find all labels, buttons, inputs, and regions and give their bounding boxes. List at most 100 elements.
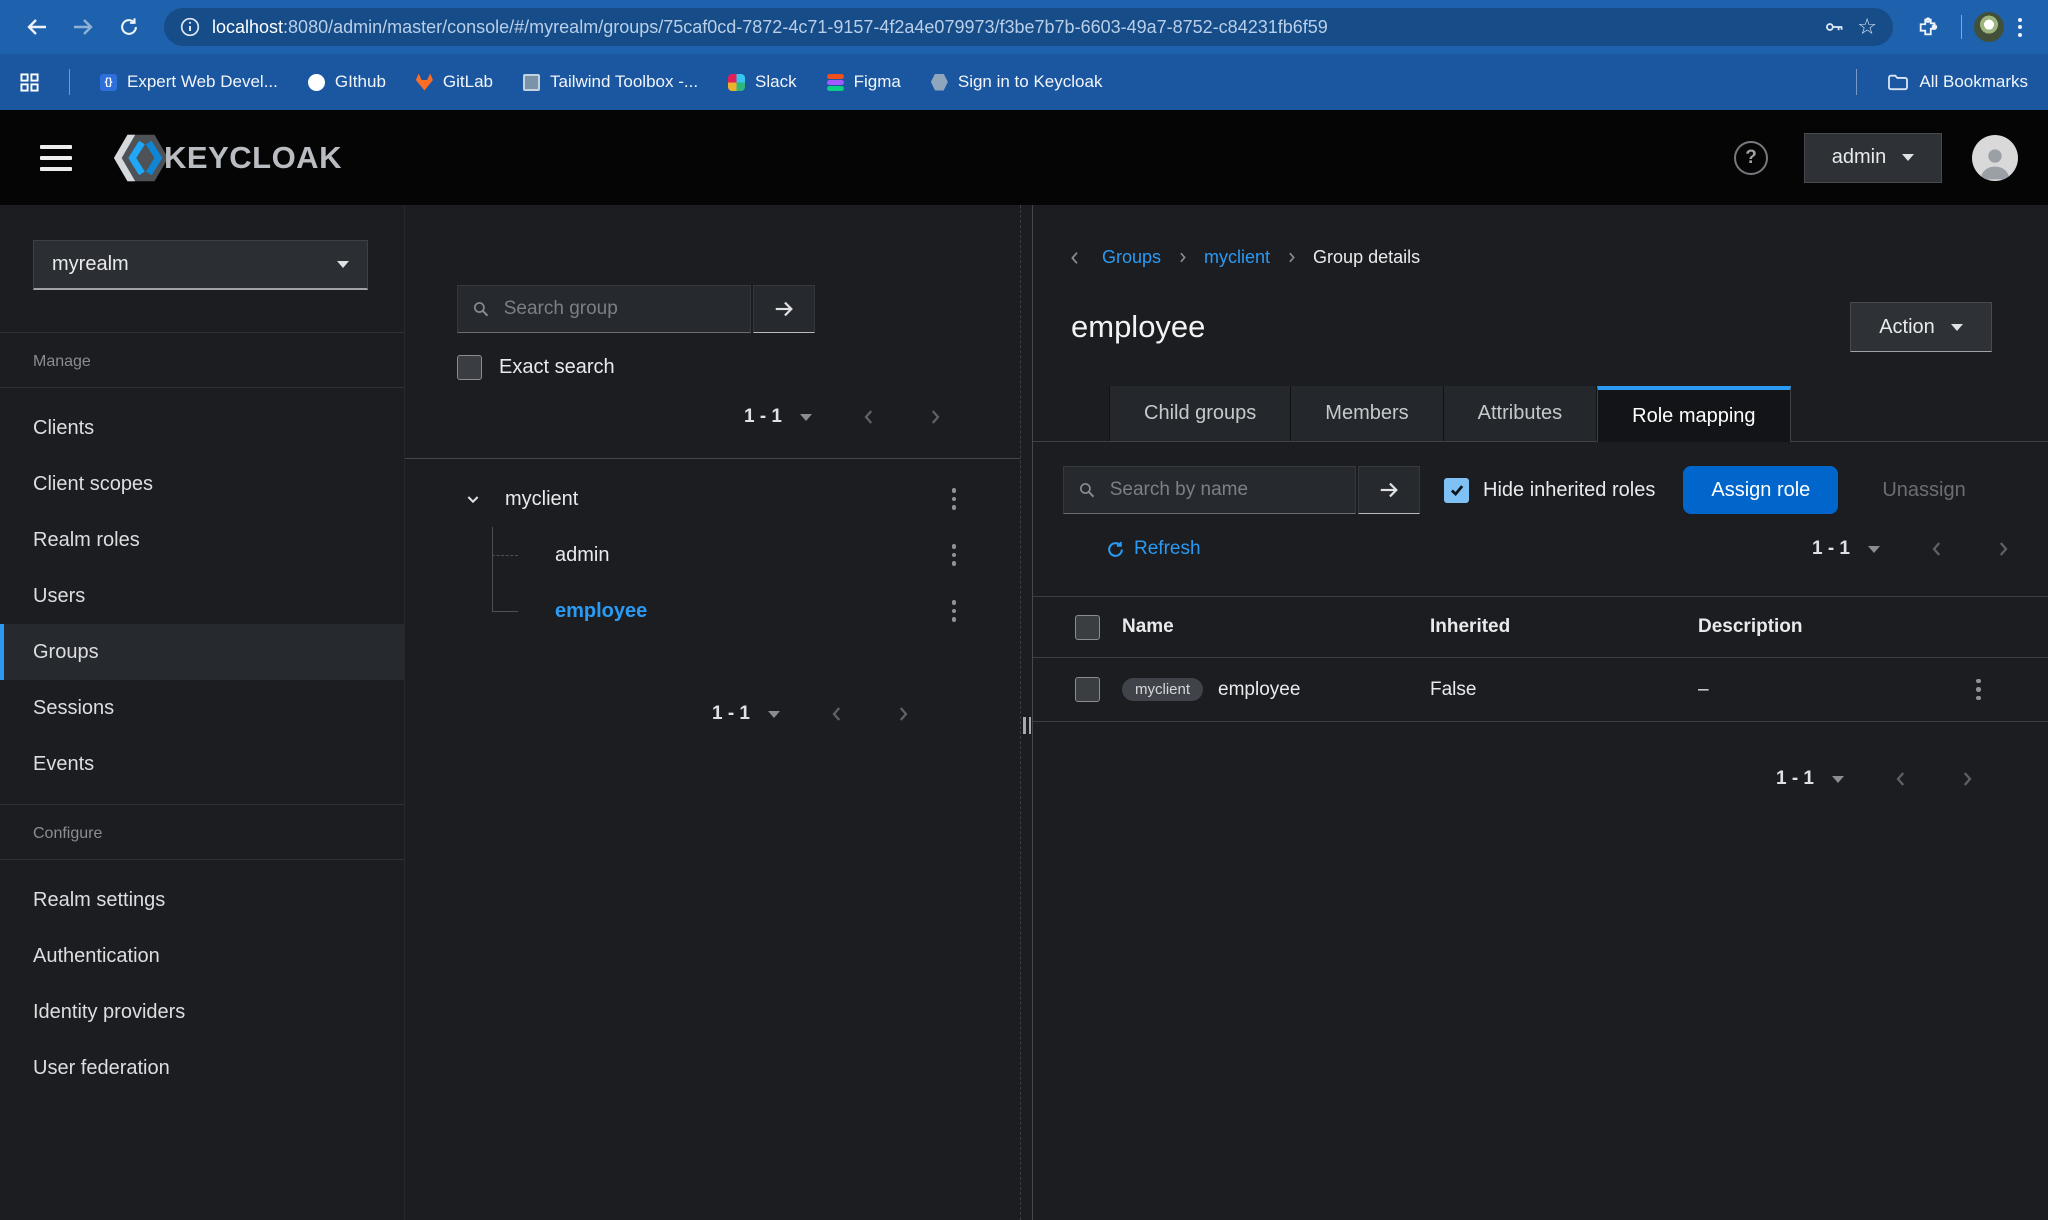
sidebar-item-user-federation[interactable]: User federation — [0, 1040, 404, 1096]
sidebar-item-authentication[interactable]: Authentication — [0, 928, 404, 984]
unassign-button[interactable]: Unassign — [1882, 479, 1965, 502]
group-details-panel: Groups myclient Group details employee A… — [1033, 205, 2048, 1220]
sidebar-item-identity-providers[interactable]: Identity providers — [0, 984, 404, 1040]
apps-grid-icon[interactable] — [20, 73, 39, 92]
breadcrumb-back-icon[interactable] — [1067, 250, 1083, 266]
kebab-menu-icon[interactable] — [946, 482, 963, 516]
sidebar-item-client-scopes[interactable]: Client scopes — [0, 456, 404, 512]
address-bar[interactable]: localhost:8080/admin/master/console/#/my… — [164, 8, 1893, 46]
assign-role-button[interactable]: Assign role — [1683, 466, 1838, 514]
role-mapping-toolbar: Hide inherited roles Assign role Unassig… — [1063, 466, 1992, 514]
tabs: Child groups Members Attributes Role map… — [1033, 386, 2048, 442]
browser-profile-avatar[interactable] — [1974, 12, 2004, 42]
column-header-inherited: Inherited — [1430, 616, 1698, 638]
tailwind-favicon — [523, 74, 540, 91]
tree-item-label[interactable]: employee — [555, 600, 647, 623]
select-all-checkbox[interactable] — [1075, 615, 1100, 640]
chevron-down-icon[interactable] — [768, 711, 780, 718]
pagination-range[interactable]: 1 - 1 — [712, 703, 750, 725]
refresh-icon — [1106, 540, 1125, 559]
prev-page-icon[interactable] — [1928, 540, 1946, 558]
bookmark-star-icon[interactable]: ☆ — [1857, 16, 1877, 38]
role-search-submit-button[interactable] — [1358, 466, 1420, 514]
bookmark-figma[interactable]: Figma — [827, 72, 901, 92]
breadcrumb-myclient-link[interactable]: myclient — [1204, 247, 1270, 268]
tree-item-employee[interactable]: employee — [405, 583, 1020, 639]
extensions-icon[interactable] — [1907, 6, 1949, 48]
browser-menu-icon[interactable] — [2008, 18, 2032, 37]
next-page-icon[interactable] — [894, 705, 912, 723]
password-key-icon[interactable] — [1823, 16, 1845, 38]
section-label-configure: Configure — [0, 805, 404, 859]
nav-toggle-icon[interactable] — [40, 145, 72, 171]
tab-attributes[interactable]: Attributes — [1444, 386, 1597, 441]
row-kebab-menu-icon[interactable] — [1970, 673, 1987, 707]
pagination-range[interactable]: 1 - 1 — [744, 406, 782, 428]
role-search-field[interactable] — [1063, 466, 1356, 514]
bookmark-expert-web[interactable]: {} Expert Web Devel... — [100, 72, 278, 92]
group-search-input[interactable] — [502, 297, 736, 321]
table-row[interactable]: myclient employee False – — [1033, 658, 2048, 722]
refresh-link[interactable]: Refresh — [1106, 538, 1201, 560]
sidebar-item-events[interactable]: Events — [0, 736, 404, 792]
sidebar-item-clients[interactable]: Clients — [0, 400, 404, 456]
bookmark-gitlab[interactable]: GitLab — [416, 72, 493, 92]
browser-forward-icon[interactable] — [62, 6, 104, 48]
chevron-down-icon — [1951, 324, 1963, 331]
chevron-down-icon[interactable] — [465, 491, 481, 507]
sidebar-item-realm-roles[interactable]: Realm roles — [0, 512, 404, 568]
brand-text: KEYCLOAK — [164, 140, 342, 176]
pagination-range[interactable]: 1 - 1 — [1776, 768, 1814, 790]
tab-role-mapping[interactable]: Role mapping — [1597, 386, 1790, 442]
keycloak-logo[interactable]: KEYCLOAK — [112, 132, 342, 184]
chevron-down-icon[interactable] — [1832, 776, 1844, 783]
user-avatar[interactable] — [1972, 135, 2018, 181]
prev-page-icon[interactable] — [828, 705, 846, 723]
prev-page-icon[interactable] — [1892, 770, 1910, 788]
bookmark-tailwind-toolbox[interactable]: Tailwind Toolbox -... — [523, 72, 698, 92]
exact-search-checkbox[interactable] — [457, 355, 482, 380]
browser-toolbar: localhost:8080/admin/master/console/#/my… — [0, 0, 2048, 54]
tree-item-label[interactable]: myclient — [505, 488, 578, 511]
kebab-menu-icon[interactable] — [946, 594, 963, 628]
bookmark-keycloak[interactable]: Sign in to Keycloak — [931, 72, 1103, 92]
tree-item-myclient[interactable]: myclient — [405, 471, 1020, 527]
role-search-input[interactable] — [1108, 478, 1341, 502]
sidebar-item-groups[interactable]: Groups — [0, 624, 404, 680]
user-menu-dropdown[interactable]: admin — [1804, 133, 1942, 183]
chevron-down-icon[interactable] — [1868, 546, 1880, 553]
sidebar-item-users[interactable]: Users — [0, 568, 404, 624]
row-checkbox[interactable] — [1075, 677, 1100, 702]
hide-inherited-roles-checkbox[interactable] — [1444, 478, 1469, 503]
tab-members[interactable]: Members — [1291, 386, 1443, 441]
site-info-icon[interactable] — [180, 17, 200, 37]
panel-resize-divider[interactable] — [1020, 205, 1033, 1220]
chevron-down-icon[interactable] — [800, 414, 812, 421]
drag-handle-icon[interactable] — [1023, 717, 1031, 734]
pagination-range[interactable]: 1 - 1 — [1812, 538, 1850, 560]
bookmark-slack[interactable]: Slack — [728, 72, 797, 92]
chevron-right-icon — [1176, 251, 1189, 264]
bookmark-github[interactable]: GIthub — [308, 72, 386, 92]
all-bookmarks-button[interactable]: All Bookmarks — [1887, 72, 2028, 92]
browser-back-icon[interactable] — [16, 6, 58, 48]
help-icon[interactable]: ? — [1734, 141, 1768, 175]
group-search-field[interactable] — [457, 285, 751, 333]
breadcrumb-groups-link[interactable]: Groups — [1102, 247, 1161, 268]
kebab-menu-icon[interactable] — [946, 538, 963, 572]
next-page-icon[interactable] — [1994, 540, 2012, 558]
action-dropdown-button[interactable]: Action — [1850, 302, 1992, 352]
realm-selector-dropdown[interactable]: myrealm — [33, 240, 368, 290]
slack-favicon — [728, 74, 745, 91]
hide-inherited-roles-label: Hide inherited roles — [1483, 479, 1655, 502]
tab-child-groups[interactable]: Child groups — [1109, 386, 1291, 441]
tree-item-admin[interactable]: admin — [405, 527, 1020, 583]
next-page-icon[interactable] — [926, 408, 944, 426]
tree-item-label[interactable]: admin — [555, 544, 609, 567]
next-page-icon[interactable] — [1958, 770, 1976, 788]
sidebar-item-realm-settings[interactable]: Realm settings — [0, 872, 404, 928]
prev-page-icon[interactable] — [860, 408, 878, 426]
group-search-submit-button[interactable] — [753, 285, 815, 333]
browser-reload-icon[interactable] — [108, 6, 150, 48]
sidebar-item-sessions[interactable]: Sessions — [0, 680, 404, 736]
